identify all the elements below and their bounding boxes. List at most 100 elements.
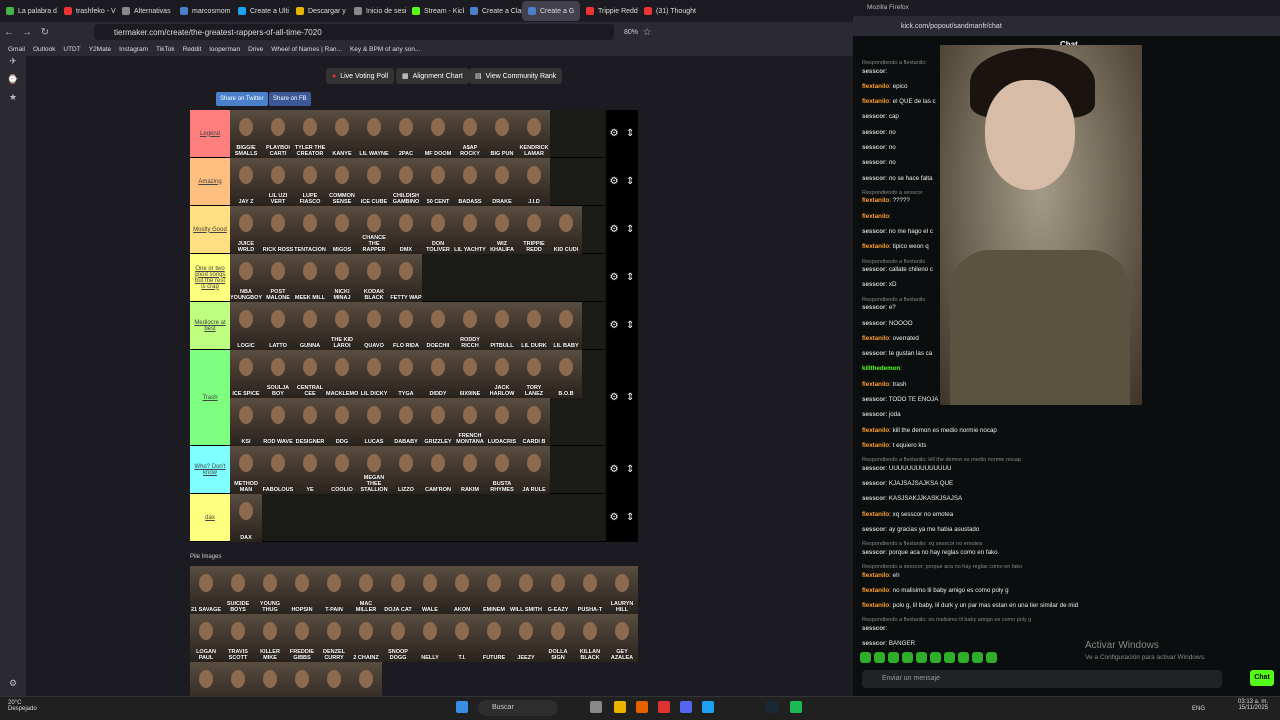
- pool-card[interactable]: T.I.: [446, 614, 478, 662]
- rapper-card[interactable]: NICKI MINAJ: [326, 254, 358, 302]
- chat-username[interactable]: sesscor: [862, 480, 885, 487]
- sidebar-icon[interactable]: ✈: [0, 56, 26, 74]
- chat-username[interactable]: flextanilo: [862, 587, 889, 594]
- browser-tab[interactable]: (31) Thought: [638, 1, 696, 21]
- pool-card[interactable]: AKON: [446, 566, 478, 614]
- chat-username[interactable]: flextanilo: [862, 335, 889, 342]
- chat-message[interactable]: flextanilo: kill the demon es medio norm…: [862, 427, 997, 434]
- tier-label[interactable]: Who? Don't know: [190, 446, 230, 493]
- rapper-card[interactable]: SOULJA BOY: [262, 350, 294, 398]
- browser-tab[interactable]: Alternativas: [116, 1, 174, 21]
- pool-card[interactable]: NELLY: [414, 614, 446, 662]
- rapper-card[interactable]: DABABY: [390, 398, 422, 446]
- gear-icon[interactable]: ⚙: [610, 176, 619, 187]
- chat-send-button[interactable]: Chat: [1250, 670, 1274, 686]
- rapper-card[interactable]: CAM'RON: [422, 446, 454, 494]
- bookmark-item[interactable]: TikTok: [156, 46, 175, 53]
- live-poll-button[interactable]: ● Live Voting Poll: [326, 68, 395, 84]
- pool-card[interactable]: FREDDIE GIBBS: [286, 614, 318, 662]
- rapper-card[interactable]: RAKIM: [454, 446, 486, 494]
- rapper-card[interactable]: DESIGNER: [294, 398, 326, 446]
- rapper-card[interactable]: DIDDY: [422, 350, 454, 398]
- chat-message[interactable]: sesscor: KASJSAKJJKASKJSAJSA: [862, 495, 962, 502]
- tier-label[interactable]: Trash: [190, 350, 230, 445]
- rapper-card[interactable]: GRIZZLEY: [422, 398, 454, 446]
- pool-card[interactable]: SNOOP DOGG: [382, 614, 414, 662]
- chat-message[interactable]: sesscor: KJAJSAJSAJKSA QUE: [862, 480, 953, 487]
- emote-icon[interactable]: [930, 652, 941, 663]
- rapper-card[interactable]: TRIPPIE REDD: [518, 206, 550, 254]
- chat-username[interactable]: sesscor: [862, 159, 885, 166]
- move-arrows-icon[interactable]: ⇕: [626, 392, 634, 403]
- move-arrows-icon[interactable]: ⇕: [626, 464, 634, 475]
- pool-card[interactable]: FUTURE: [478, 614, 510, 662]
- bookmark-icon[interactable]: ★: [0, 92, 26, 110]
- rapper-card[interactable]: DOECHII: [422, 302, 454, 350]
- browser-tab[interactable]: Descargar y: [290, 1, 348, 21]
- rapper-card[interactable]: LOGIC: [230, 302, 262, 350]
- clock[interactable]: 03:13 a. m. 15/11/2025: [1238, 699, 1268, 711]
- chat-message[interactable]: flextanilo: xq sesscor no emotea: [862, 511, 953, 518]
- firefox-icon[interactable]: [636, 701, 648, 713]
- rapper-card[interactable]: LIZZO: [390, 446, 422, 494]
- pool-card[interactable]: WILL SMITH: [510, 566, 542, 614]
- rapper-card[interactable]: TYLER THE CREATOR: [294, 110, 326, 158]
- chat-username[interactable]: flextanilo: [862, 381, 889, 388]
- pool-card[interactable]: WALE: [414, 566, 446, 614]
- pool-card[interactable]: KILLER MIKE: [254, 614, 286, 662]
- emote-icon[interactable]: [888, 652, 899, 663]
- rapper-card[interactable]: DRAKE: [486, 158, 518, 206]
- move-arrows-icon[interactable]: ⇕: [626, 320, 634, 331]
- pool-card[interactable]: JEEZY: [510, 614, 542, 662]
- browser-tab[interactable]: La palabra d: [0, 1, 58, 21]
- pool-card[interactable]: LOGAN PAUL: [190, 614, 222, 662]
- popout-url-bar[interactable]: kick.com/popout/sandmanfr/chat: [853, 16, 1280, 36]
- windows-start-icon[interactable]: [456, 701, 468, 713]
- gear-icon[interactable]: ⚙: [610, 128, 619, 139]
- spotify-icon[interactable]: [790, 701, 802, 713]
- bookmark-item[interactable]: UTDT: [63, 46, 80, 53]
- rapper-card[interactable]: JA RULE: [518, 446, 550, 494]
- rapper-card[interactable]: DDG: [326, 398, 358, 446]
- browser-tab[interactable]: Create a G: [522, 1, 580, 21]
- rapper-card[interactable]: JACK HARLOW: [486, 350, 518, 398]
- tier-label[interactable]: Amazing: [190, 158, 230, 205]
- file-explorer-icon[interactable]: [614, 701, 626, 713]
- chat-message[interactable]: sesscor: ay gracias ya me habia asustado: [862, 526, 979, 533]
- language-indicator[interactable]: ENG: [1192, 706, 1205, 712]
- forward-icon[interactable]: →: [18, 27, 36, 38]
- pool-card[interactable]: HOPSIN: [286, 566, 318, 614]
- emote-icon[interactable]: [860, 652, 871, 663]
- pool-card[interactable]: LAURYN HILL: [606, 566, 638, 614]
- rapper-card[interactable]: BUSTA RHYMES: [486, 446, 518, 494]
- rapper-card[interactable]: BIG PUN: [486, 110, 518, 158]
- chat-username[interactable]: sesscor: [862, 526, 885, 533]
- chat-username[interactable]: sesscor: [862, 411, 885, 418]
- chat-username[interactable]: sesscor: [862, 320, 885, 327]
- emote-icon[interactable]: [958, 652, 969, 663]
- bookmark-item[interactable]: Key & BPM of any son...: [350, 46, 420, 53]
- rapper-card[interactable]: POST MALONE: [262, 254, 294, 302]
- tier-label[interactable]: dax: [190, 494, 230, 541]
- rapper-card[interactable]: TENTACION: [294, 206, 326, 254]
- bookmark-item[interactable]: Outlook: [33, 46, 55, 53]
- rapper-card[interactable]: CHILDISH GAMBINO: [390, 158, 422, 206]
- rapper-card[interactable]: ICE SPICE: [230, 350, 262, 398]
- chat-username[interactable]: flextanilo: [862, 213, 889, 220]
- chat-message[interactable]: flextanilo: epico: [862, 83, 907, 90]
- opera-icon[interactable]: [658, 701, 670, 713]
- share-fb-button[interactable]: Share on FB: [269, 92, 311, 106]
- chat-message[interactable]: sesscor: xD: [862, 281, 896, 288]
- move-arrows-icon[interactable]: ⇕: [626, 272, 634, 283]
- rapper-card[interactable]: GUNNA: [294, 302, 326, 350]
- rapper-card[interactable]: MIGOS: [326, 206, 358, 254]
- bookmark-item[interactable]: Wheel of Names | Ran...: [271, 46, 342, 53]
- rapper-card[interactable]: COMMON SENSE: [326, 158, 358, 206]
- chat-message[interactable]: sesscor: no: [862, 129, 896, 136]
- chat-message[interactable]: sesscor: cap: [862, 113, 899, 120]
- browser-tab[interactable]: Create a Ulti: [232, 1, 290, 21]
- chat-message[interactable]: flextanilo: polo g, lil baby, lil durk y…: [862, 602, 1078, 609]
- move-arrows-icon[interactable]: ⇕: [626, 512, 634, 523]
- gear-icon[interactable]: ⚙: [610, 320, 619, 331]
- rapper-card[interactable]: NBA YOUNGBOY: [230, 254, 262, 302]
